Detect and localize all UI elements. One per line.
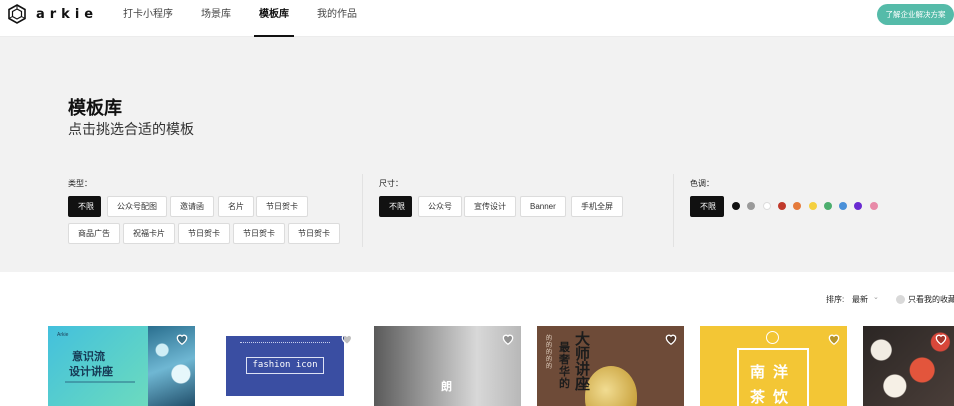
color-swatch[interactable]	[823, 202, 832, 210]
color-swatch[interactable]	[762, 202, 771, 210]
favorite-heart-icon[interactable]	[827, 332, 841, 346]
card-decoration: 的的的的的	[546, 336, 553, 370]
hexagon-logo-icon	[8, 4, 26, 24]
card-decoration	[65, 381, 135, 383]
color-filter-label: 色调：	[690, 179, 714, 188]
favorites-only-checkbox[interactable]	[896, 295, 905, 304]
type-chip-holiday-card[interactable]: 节日贺卡	[256, 196, 308, 217]
type-chip-business-card[interactable]: 名片	[218, 196, 254, 217]
top-navbar: arkie 打卡小程序 场景库 模板库 我的作品 了解企业解决方案	[0, 0, 954, 37]
color-swatch[interactable]	[732, 202, 740, 210]
template-card[interactable]: 的的的的的 大师讲座 最奢华的	[537, 326, 684, 406]
template-card[interactable]	[863, 326, 954, 406]
size-chip-all[interactable]: 不限	[379, 196, 412, 217]
page-subtitle: 点击挑选合适的模板	[68, 121, 194, 137]
enterprise-solution-button[interactable]: 了解企业解决方案	[877, 4, 954, 25]
color-swatch[interactable]	[869, 202, 878, 210]
template-card[interactable]: fashion icon	[213, 326, 360, 406]
card-title: 设计讲座	[69, 366, 113, 378]
favorite-heart-icon[interactable]	[934, 332, 948, 346]
color-swatch[interactable]	[839, 202, 848, 210]
card-subtitle: 最奢华的	[559, 342, 570, 390]
nav-checkin-miniprogram[interactable]: 打卡小程序	[118, 0, 178, 37]
color-swatch[interactable]	[793, 202, 802, 210]
card-title: 茶饮	[750, 389, 797, 406]
nav-scene-library[interactable]: 场景库	[196, 0, 236, 37]
type-chip-wechat-image[interactable]: 公众号配图	[107, 196, 167, 217]
color-swatch[interactable]	[808, 202, 817, 210]
type-chip-holiday-card-3[interactable]: 节日贺卡	[233, 223, 285, 244]
type-chip-all[interactable]: 不限	[68, 196, 101, 217]
favorite-heart-icon[interactable]	[175, 332, 189, 346]
size-chip-phone-fullscreen[interactable]: 手机全屏	[571, 196, 623, 217]
template-card[interactable]: Arkie 意识流 设计讲座	[48, 326, 195, 406]
favorite-heart-icon[interactable]	[501, 332, 515, 346]
filter-panel: 模板库 点击挑选合适的模板 类型： 不限 公众号配图 邀请函 名片 节日贺卡 商…	[0, 37, 954, 272]
card-title: 大师讲座	[575, 331, 591, 393]
filter-divider	[673, 174, 674, 247]
arkie-logo[interactable]: arkie	[7, 4, 98, 24]
favorites-only-label[interactable]: 只看我的收藏	[908, 294, 954, 305]
size-chip-banner[interactable]: Banner	[520, 196, 566, 217]
sort-label: 排序:	[826, 295, 845, 304]
card-logo-mark	[766, 331, 779, 344]
type-chip-product-ad[interactable]: 商品广告	[68, 223, 120, 244]
sort-dropdown[interactable]: 最新	[852, 294, 868, 305]
type-filter-label: 类型：	[68, 179, 92, 188]
card-brand: Arkie	[57, 332, 69, 338]
card-title: 意识流	[72, 351, 105, 363]
type-chip-holiday-card-2[interactable]: 节日贺卡	[178, 223, 230, 244]
size-chip-promo-design[interactable]: 宣传设计	[464, 196, 516, 217]
type-chip-invitation[interactable]: 邀请函	[170, 196, 214, 217]
color-swatch[interactable]	[777, 202, 786, 210]
favorite-heart-icon[interactable]	[664, 332, 678, 346]
logo-wordmark: arkie	[36, 6, 99, 22]
type-chip-holiday-card-4[interactable]: 节日贺卡	[288, 223, 340, 244]
filter-divider	[362, 174, 363, 247]
type-chip-greeting-card[interactable]: 祝福卡片	[123, 223, 175, 244]
nav-my-works[interactable]: 我的作品	[312, 0, 362, 37]
template-card[interactable]: 南洋 茶饮	[700, 326, 847, 406]
color-chip-all[interactable]: 不限	[690, 196, 724, 217]
color-swatch[interactable]	[854, 202, 863, 210]
nav-template-library[interactable]: 模板库	[254, 0, 294, 37]
main-nav: 打卡小程序 场景库 模板库 我的作品	[118, 0, 380, 37]
page-title: 模板库	[68, 98, 122, 118]
chevron-down-icon[interactable]: ⌄	[873, 293, 879, 301]
size-filter-label: 尺寸：	[379, 179, 403, 188]
card-title: 南洋	[750, 364, 797, 381]
color-swatch[interactable]	[747, 202, 756, 210]
card-title: 朗	[441, 381, 452, 393]
card-title: fashion icon	[246, 357, 324, 374]
favorite-heart-icon[interactable]	[340, 332, 354, 346]
card-decoration	[240, 342, 330, 346]
size-chip-wechat[interactable]: 公众号	[418, 196, 462, 217]
template-card[interactable]: 朗	[374, 326, 521, 406]
